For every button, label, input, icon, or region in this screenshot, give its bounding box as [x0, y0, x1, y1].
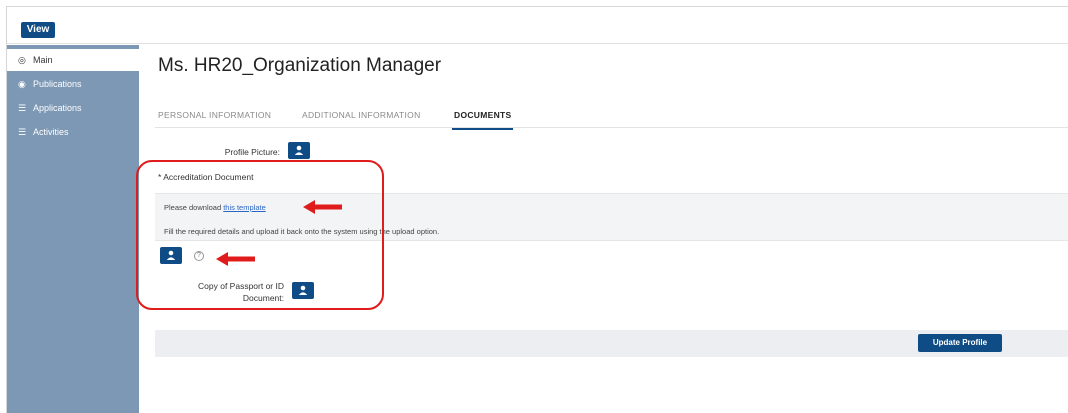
sidebar-item-activities[interactable]: ☰ Activities — [7, 121, 139, 143]
sidebar-item-applications[interactable]: ☰ Applications — [7, 97, 139, 119]
eye-icon: ◉ — [18, 79, 26, 89]
upload-icon — [294, 145, 304, 155]
view-button[interactable]: View — [21, 22, 55, 38]
sidebar-item-label: Activities — [33, 127, 69, 137]
profile-picture-upload-button[interactable] — [288, 142, 310, 159]
sidebar-item-label: Publications — [33, 79, 82, 89]
top-bar — [7, 7, 1068, 44]
upload-icon — [298, 285, 308, 295]
profile-picture-label: Profile Picture: — [224, 147, 280, 157]
annotation-arrow-icon — [216, 252, 255, 266]
tab-divider — [155, 127, 1068, 128]
passport-label-line2: Document: — [242, 293, 284, 303]
download-instruction: Please download this template — [164, 203, 266, 212]
download-prefix: Please download — [164, 203, 224, 212]
sidebar-item-publications[interactable]: ◉ Publications — [7, 73, 139, 95]
passport-label: Copy of Passport or ID Document: — [186, 280, 284, 304]
update-profile-button[interactable]: Update Profile — [918, 334, 1002, 352]
sidebar-item-main[interactable]: ◎ Main — [7, 49, 139, 71]
sidebar-item-label: Applications — [33, 103, 82, 113]
annotation-arrow-icon — [303, 200, 342, 214]
list-icon: ☰ — [18, 103, 27, 113]
accreditation-title: * Accreditation Document — [158, 172, 254, 182]
template-download-link[interactable]: this template — [223, 203, 266, 212]
passport-label-line1: Copy of Passport or ID — [198, 281, 284, 291]
sidebar: ◎ Main ◉ Publications ☰ Applications ☰ Activ… — [7, 45, 139, 413]
help-icon[interactable]: ? — [194, 251, 204, 261]
passport-upload-button[interactable] — [292, 282, 314, 299]
page-title: Ms. HR20_Organization Manager — [158, 55, 442, 76]
list-icon: ☰ — [18, 127, 27, 137]
sidebar-item-label: Main — [33, 55, 53, 65]
target-icon: ◎ — [18, 55, 26, 65]
upload-icon — [166, 250, 176, 260]
accreditation-upload-button[interactable] — [160, 247, 182, 264]
upload-instructions: Fill the required details and upload it … — [164, 227, 440, 236]
